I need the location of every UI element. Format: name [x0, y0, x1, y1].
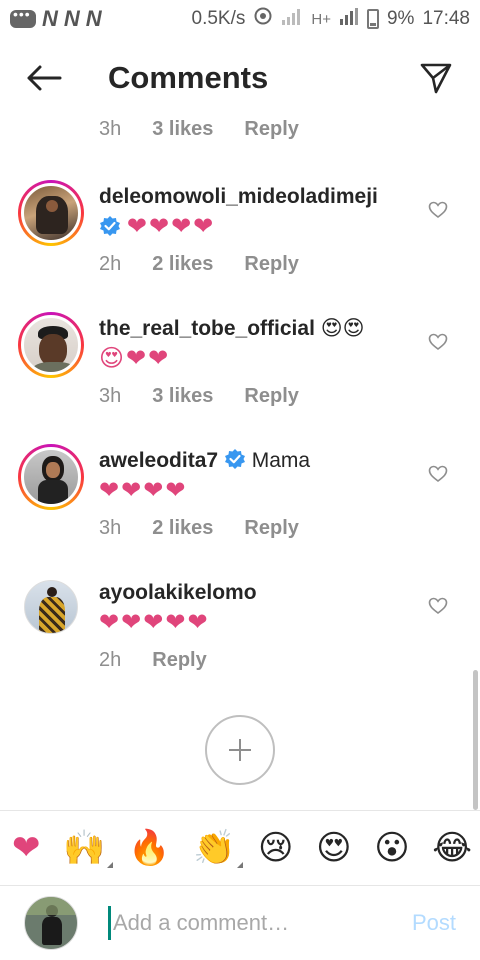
like-heart-icon[interactable] [428, 200, 448, 220]
verified-badge-icon [100, 216, 120, 236]
avatar[interactable] [18, 444, 84, 510]
network-speed: 0.5K/s [191, 8, 246, 29]
avatar[interactable] [18, 180, 84, 246]
comment-meta: 2h 2 likes Reply [99, 253, 420, 276]
like-heart-icon[interactable] [428, 332, 448, 352]
user-avatar [24, 896, 78, 950]
carrier-icon: N [85, 6, 102, 31]
emoji-raising-hands[interactable]: 🙌 [63, 828, 114, 868]
comment-text: ❤❤❤❤❤ [99, 609, 210, 636]
signal-icon-2 [339, 7, 359, 31]
emoji-fire[interactable]: 🔥 [128, 828, 170, 868]
signal-icon [281, 7, 303, 31]
battery-icon [366, 9, 379, 29]
comment-time: 2h [99, 649, 122, 671]
carrier-icon: N [63, 6, 80, 31]
emoji-laughing[interactable]: 😂 [432, 828, 472, 868]
verified-badge-icon [224, 449, 245, 469]
comment-meta: 2h Reply [99, 649, 420, 672]
header: Comments [0, 38, 480, 118]
emoji-heart-eyes[interactable]: 😍 [316, 828, 351, 868]
emoji-clapping[interactable]: 👏 [193, 828, 244, 868]
page-title: Comments [108, 60, 269, 95]
comment-likes[interactable]: 2 likes [152, 517, 213, 540]
comment-text: ❤❤❤❤ [99, 477, 188, 504]
chat-notification-icon [10, 6, 36, 28]
comment-likes[interactable]: 3 likes [152, 385, 213, 408]
comment-time: 2h [99, 253, 122, 275]
comment-time: 3h [99, 517, 122, 539]
avatar[interactable] [18, 312, 84, 378]
reply-button[interactable]: Reply [244, 118, 298, 141]
comment-likes[interactable]: 3 likes [152, 118, 213, 141]
comment-input-bar: Post [0, 886, 480, 960]
comment-input[interactable] [108, 906, 404, 940]
like-heart-icon[interactable] [428, 596, 448, 616]
comment-time: 3h [99, 118, 122, 140]
load-more-button[interactable] [205, 715, 275, 785]
emoji-heart[interactable]: ❤ [12, 828, 41, 868]
comment-meta: 3h 2 likes Reply [99, 517, 420, 540]
reply-button[interactable]: Reply [244, 385, 298, 408]
comment-text: 😍❤❤ [99, 345, 171, 372]
emoji-surprised[interactable]: 😮 [374, 828, 409, 868]
comment-username[interactable]: deleomowoli_mideoladimeji [99, 185, 378, 208]
reply-button[interactable]: Reply [152, 649, 206, 672]
comment-username[interactable]: ayoolakikelomo [99, 581, 257, 604]
plus-icon [229, 739, 251, 761]
back-arrow-icon[interactable] [24, 58, 64, 98]
reply-button[interactable]: Reply [244, 517, 298, 540]
like-heart-icon[interactable] [428, 464, 448, 484]
comment-likes[interactable]: 2 likes [152, 253, 213, 276]
network-type: H+ [311, 10, 331, 28]
status-bar: N N N 0.5K/s H+ 9% 17:48 [0, 0, 480, 38]
comment-text: Mama [251, 449, 311, 472]
comment-text: 😍😍 [320, 317, 365, 340]
reply-button[interactable]: Reply [244, 253, 298, 276]
clock: 17:48 [422, 8, 470, 29]
scrollbar[interactable] [473, 670, 478, 810]
avatar[interactable] [24, 580, 78, 634]
post-button[interactable]: Post [412, 910, 456, 936]
comment-text: ❤❤❤❤ [126, 213, 216, 240]
partial-comment-meta: 3h 3 likes Reply [99, 118, 330, 141]
emoji-quick-bar: ❤ 🙌 🔥 👏 😢 😍 😮 😂 [0, 810, 480, 886]
battery-percent: 9% [386, 8, 415, 29]
carrier-icon: N [42, 6, 58, 31]
comment-username[interactable]: the_real_tobe_official [99, 317, 315, 340]
emoji-crying[interactable]: 😢 [258, 828, 293, 868]
direct-send-icon[interactable] [416, 58, 456, 98]
comment-time: 3h [99, 385, 122, 407]
comment-username[interactable]: aweleodita7 [99, 449, 218, 472]
comment-meta: 3h 3 likes Reply [99, 385, 420, 408]
hotspot-icon [253, 6, 273, 32]
